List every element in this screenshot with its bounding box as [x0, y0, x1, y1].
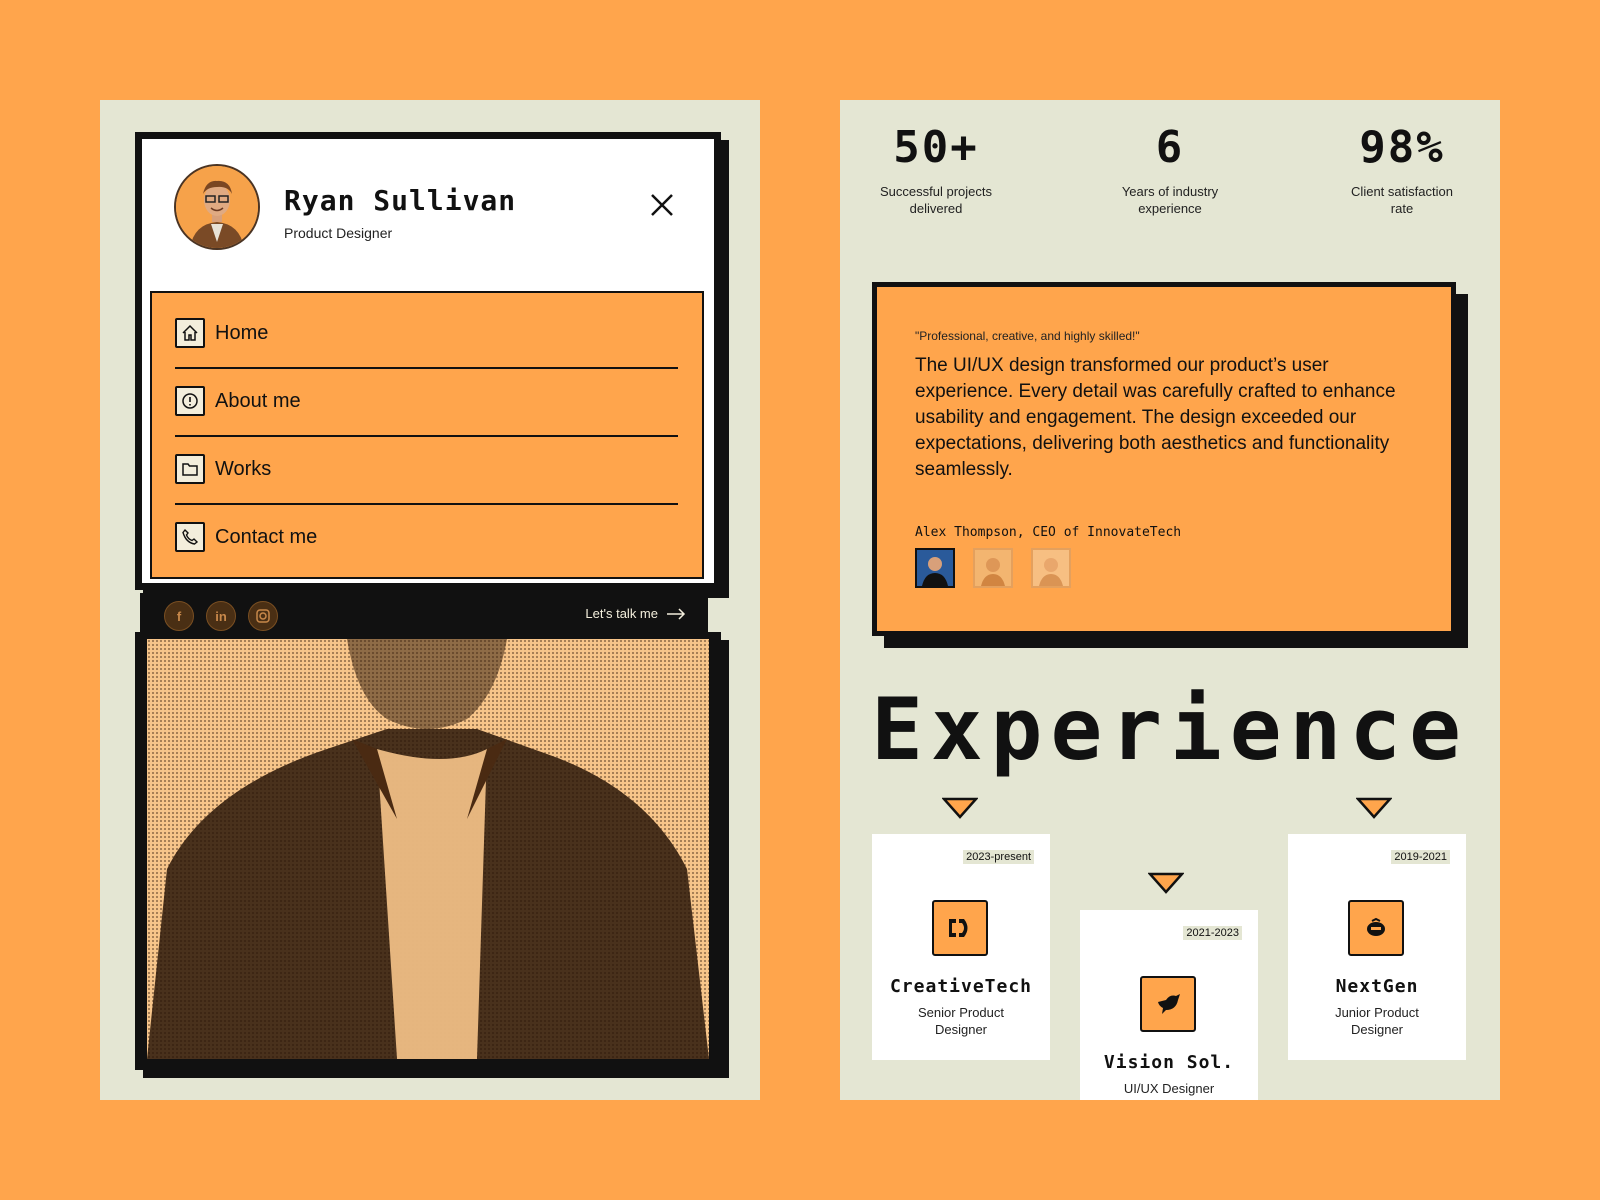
arrow-right-icon [667, 607, 686, 620]
close-icon [651, 194, 673, 216]
testimonial-title: "Professional, creative, and highly skil… [915, 329, 1140, 343]
reviewer-avatar[interactable] [1031, 548, 1071, 588]
creativetech-logo-icon [932, 900, 988, 956]
menu-card: Ryan Sullivan Product Designer Home Abou… [135, 132, 721, 590]
profile-role: Product Designer [284, 225, 393, 241]
experience-date: 2023-present [963, 850, 1034, 864]
experience-company: NextGen [1335, 976, 1419, 997]
experience-card[interactable]: 2023-present CreativeTech Senior Product… [872, 834, 1050, 1060]
testimonial-card: "Professional, creative, and highly skil… [872, 282, 1456, 636]
testimonial-body: The UI/UX design transformed our product… [915, 355, 1396, 480]
stat-value: 98% [1359, 122, 1445, 173]
reviewer-avatar-active[interactable] [915, 548, 955, 588]
info-icon [175, 386, 205, 416]
phone-icon [175, 522, 205, 552]
stat-projects: 50+ Successful projects delivered [846, 122, 1026, 217]
avatar [174, 164, 260, 250]
experience-company: CreativeTech [889, 976, 1033, 997]
bird-logo-icon [1140, 976, 1196, 1032]
experience-date: 2019-2021 [1391, 850, 1450, 864]
stat-label: Client satisfaction rate [1351, 184, 1453, 216]
timeline-marker-icon [1356, 797, 1392, 819]
lets-talk-link[interactable]: Let's talk me [585, 606, 686, 621]
nav-label-contact: Contact me [215, 525, 318, 548]
portfolio-panel: 50+ Successful projects delivered 6 Year… [840, 100, 1500, 1100]
profile-name: Ryan Sullivan [284, 184, 517, 217]
stat-years: 6 Years of industry experience [1080, 122, 1260, 217]
nav-item-home[interactable]: Home [175, 299, 678, 369]
profile-photo-frame [135, 632, 721, 1070]
close-button[interactable] [642, 185, 682, 225]
mobile-menu-panel: Ryan Sullivan Product Designer Home Abou… [100, 100, 760, 1100]
nav-label-home: Home [215, 321, 269, 344]
timeline-marker-icon [1148, 872, 1184, 894]
social-bar: f in Let's talk me [140, 593, 708, 637]
experience-date: 2021-2023 [1183, 926, 1242, 940]
experience-card[interactable]: 2021-2023 Vision Sol. UI/UX Designer [1080, 910, 1258, 1100]
folder-icon [175, 454, 205, 484]
experience-role: UI/UX Designer [1123, 1081, 1215, 1096]
experience-company: Vision Sol. [1103, 1052, 1235, 1073]
stat-value: 6 [1155, 122, 1185, 173]
experience-role: Junior Product Designer [1335, 1005, 1419, 1037]
nav-label-works: Works [215, 457, 272, 480]
nav-item-about[interactable]: About me [175, 367, 678, 437]
instagram-icon[interactable] [248, 601, 278, 631]
stat-value: 50+ [893, 122, 979, 173]
nav-item-contact[interactable]: Contact me [175, 503, 678, 571]
avatar-portrait [176, 166, 258, 248]
nav-item-works[interactable]: Works [175, 435, 678, 505]
stat-label: Successful projects delivered [880, 184, 992, 216]
lets-talk-label: Let's talk me [585, 606, 658, 621]
nav-menu: Home About me Works Contact me [150, 291, 704, 579]
stat-satisfaction: 98% Client satisfaction rate [1312, 122, 1492, 217]
experience-card[interactable]: 2019-2021 NextGen Junior Product Designe… [1288, 834, 1466, 1060]
facebook-icon[interactable]: f [164, 601, 194, 631]
experience-role: Senior Product Designer [918, 1005, 1004, 1037]
reviewer-avatar[interactable] [973, 548, 1013, 588]
linkedin-icon[interactable]: in [206, 601, 236, 631]
profile-photo [147, 639, 709, 1059]
testimonial-author: Alex Thompson, CEO of InnovateTech [915, 525, 1182, 540]
nextgen-logo-icon [1348, 900, 1404, 956]
experience-title: Experience [871, 680, 1469, 780]
nav-label-about: About me [215, 389, 301, 412]
home-icon [175, 318, 205, 348]
timeline-marker-icon [942, 797, 978, 819]
stat-label: Years of industry experience [1121, 184, 1219, 216]
